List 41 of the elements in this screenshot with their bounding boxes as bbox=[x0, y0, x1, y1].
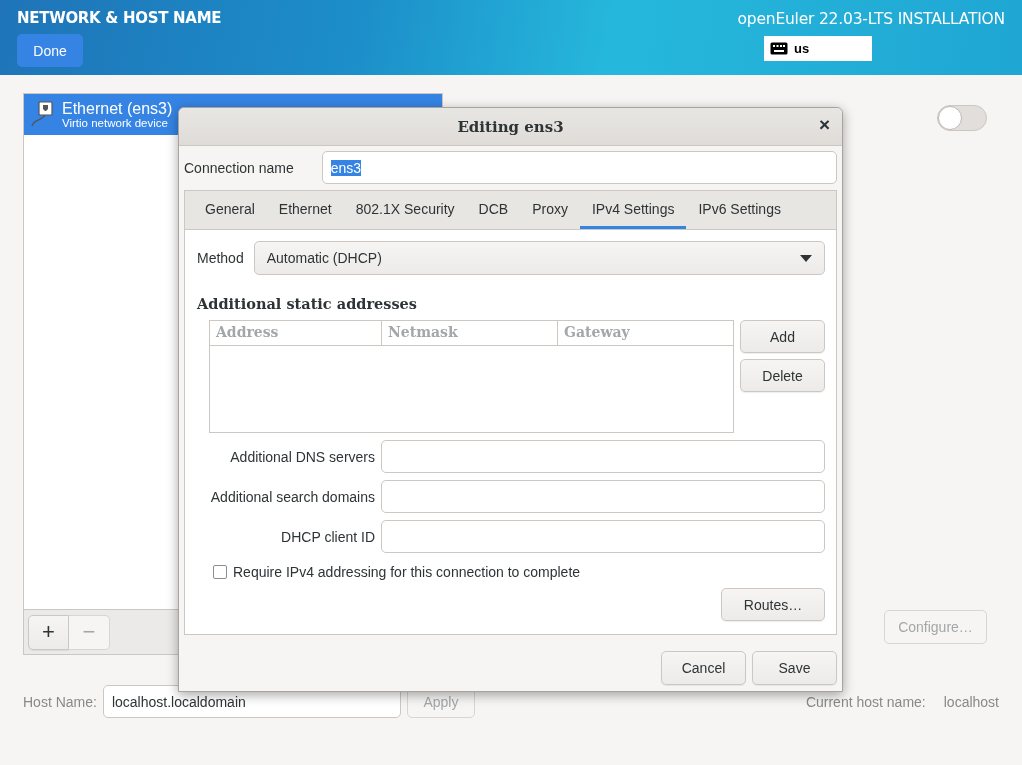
keyboard-layout-field[interactable]: us bbox=[764, 36, 872, 61]
settings-tab[interactable]: IPv4 Settings bbox=[579, 191, 687, 229]
text-field[interactable] bbox=[381, 480, 825, 513]
field-label: Additional DNS servers bbox=[229, 448, 375, 465]
settings-tab[interactable]: Ethernet bbox=[266, 191, 344, 229]
connection-name-field[interactable]: ens3 bbox=[321, 151, 837, 184]
text-field[interactable] bbox=[381, 440, 825, 473]
save-button[interactable]: Save bbox=[752, 651, 837, 685]
connection-name-label: Connection name bbox=[184, 159, 294, 176]
settings-tab[interactable]: 802.1X Security bbox=[343, 191, 467, 229]
field-label: Additional search domains bbox=[209, 488, 375, 505]
settings-tab[interactable]: General bbox=[193, 191, 267, 229]
method-label: Method bbox=[197, 250, 244, 266]
section-title: Additional static addresses bbox=[197, 295, 418, 312]
keyboard-icon bbox=[770, 42, 788, 55]
cancel-button[interactable]: Cancel bbox=[661, 651, 746, 685]
checkbox-label: Require IPv4 addressing for this connection to complete bbox=[233, 564, 581, 580]
field-label: DHCP client ID bbox=[280, 528, 375, 545]
settings-tab[interactable]: Proxy bbox=[520, 191, 580, 229]
delete-button[interactable]: Delete bbox=[740, 359, 825, 392]
page-title: NETWORK & HOST NAME bbox=[17, 9, 222, 27]
dropdown-arrow-icon bbox=[800, 254, 812, 262]
add-button[interactable]: Add bbox=[740, 320, 825, 353]
method-dropdown[interactable]: Automatic (DHCP) bbox=[253, 241, 825, 275]
close-button[interactable]: × bbox=[816, 116, 832, 134]
routes-button[interactable]: Routes… bbox=[721, 588, 825, 621]
device-toggle-switch[interactable] bbox=[937, 105, 987, 131]
done-button[interactable]: Done bbox=[17, 34, 83, 67]
dialog-title: Editing ens3 bbox=[457, 117, 564, 136]
checkbox[interactable] bbox=[213, 565, 227, 579]
add-device-button[interactable]: + bbox=[28, 614, 69, 650]
device-description: Virtio network device bbox=[62, 117, 169, 129]
settings-tab[interactable]: IPv6 Settings bbox=[686, 191, 793, 229]
current-host-name: localhost bbox=[943, 693, 999, 710]
ethernet-icon bbox=[30, 101, 54, 128]
host-name-label: Host Name: bbox=[23, 693, 97, 710]
product-title: openEuler 22.03-LTS INSTALLATION bbox=[737, 10, 1005, 28]
device-name: Ethernet (ens3) bbox=[62, 100, 173, 117]
settings-tab[interactable]: DCB bbox=[466, 191, 521, 229]
text-field[interactable] bbox=[381, 520, 825, 553]
current-host-name-label: Current host name: bbox=[805, 693, 926, 710]
